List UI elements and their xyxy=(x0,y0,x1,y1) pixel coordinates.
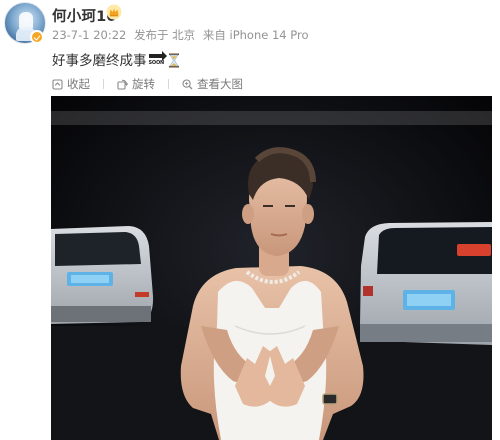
collapse-label: 收起 xyxy=(67,77,90,91)
post-source: 来自 iPhone 14 Pro xyxy=(202,28,309,42)
rotate-label: 旋转 xyxy=(132,77,155,91)
post-image[interactable] xyxy=(51,96,492,440)
post-header: 何小珂10 23-7-1 20:22 发布于 北京 来自 iPhone 14 P… xyxy=(0,0,500,46)
left-car xyxy=(51,226,154,324)
verified-badge-icon xyxy=(30,30,44,44)
soon-arrow-emoji: SOON xyxy=(148,51,167,67)
toolbar-divider xyxy=(168,79,169,89)
rotate-icon xyxy=(117,79,128,90)
post-text: 好事多磨终成事 SOON xyxy=(52,49,180,69)
post-date[interactable]: 23-7-1 20:22 xyxy=(52,28,126,42)
post-body: 好事多磨终成事 xyxy=(52,53,147,69)
toolbar-divider xyxy=(103,79,104,89)
image-toolbar: 收起 旋转 查看大图 xyxy=(52,75,256,93)
rotate-button[interactable]: 旋转 xyxy=(117,76,155,92)
view-large-button[interactable]: 查看大图 xyxy=(182,76,243,92)
collapse-icon xyxy=(52,78,63,90)
post-meta: 23-7-1 20:22 发布于 北京 来自 iPhone 14 Pro xyxy=(52,27,313,43)
collapse-button[interactable]: 收起 xyxy=(52,76,90,92)
view-large-label: 查看大图 xyxy=(197,77,243,91)
right-car xyxy=(360,222,492,345)
crown-icon[interactable] xyxy=(106,4,122,20)
post-location: 发布于 北京 xyxy=(134,28,196,42)
zoom-icon xyxy=(182,78,193,89)
hourglass-emoji xyxy=(168,53,179,68)
soon-label: SOON xyxy=(148,60,165,66)
